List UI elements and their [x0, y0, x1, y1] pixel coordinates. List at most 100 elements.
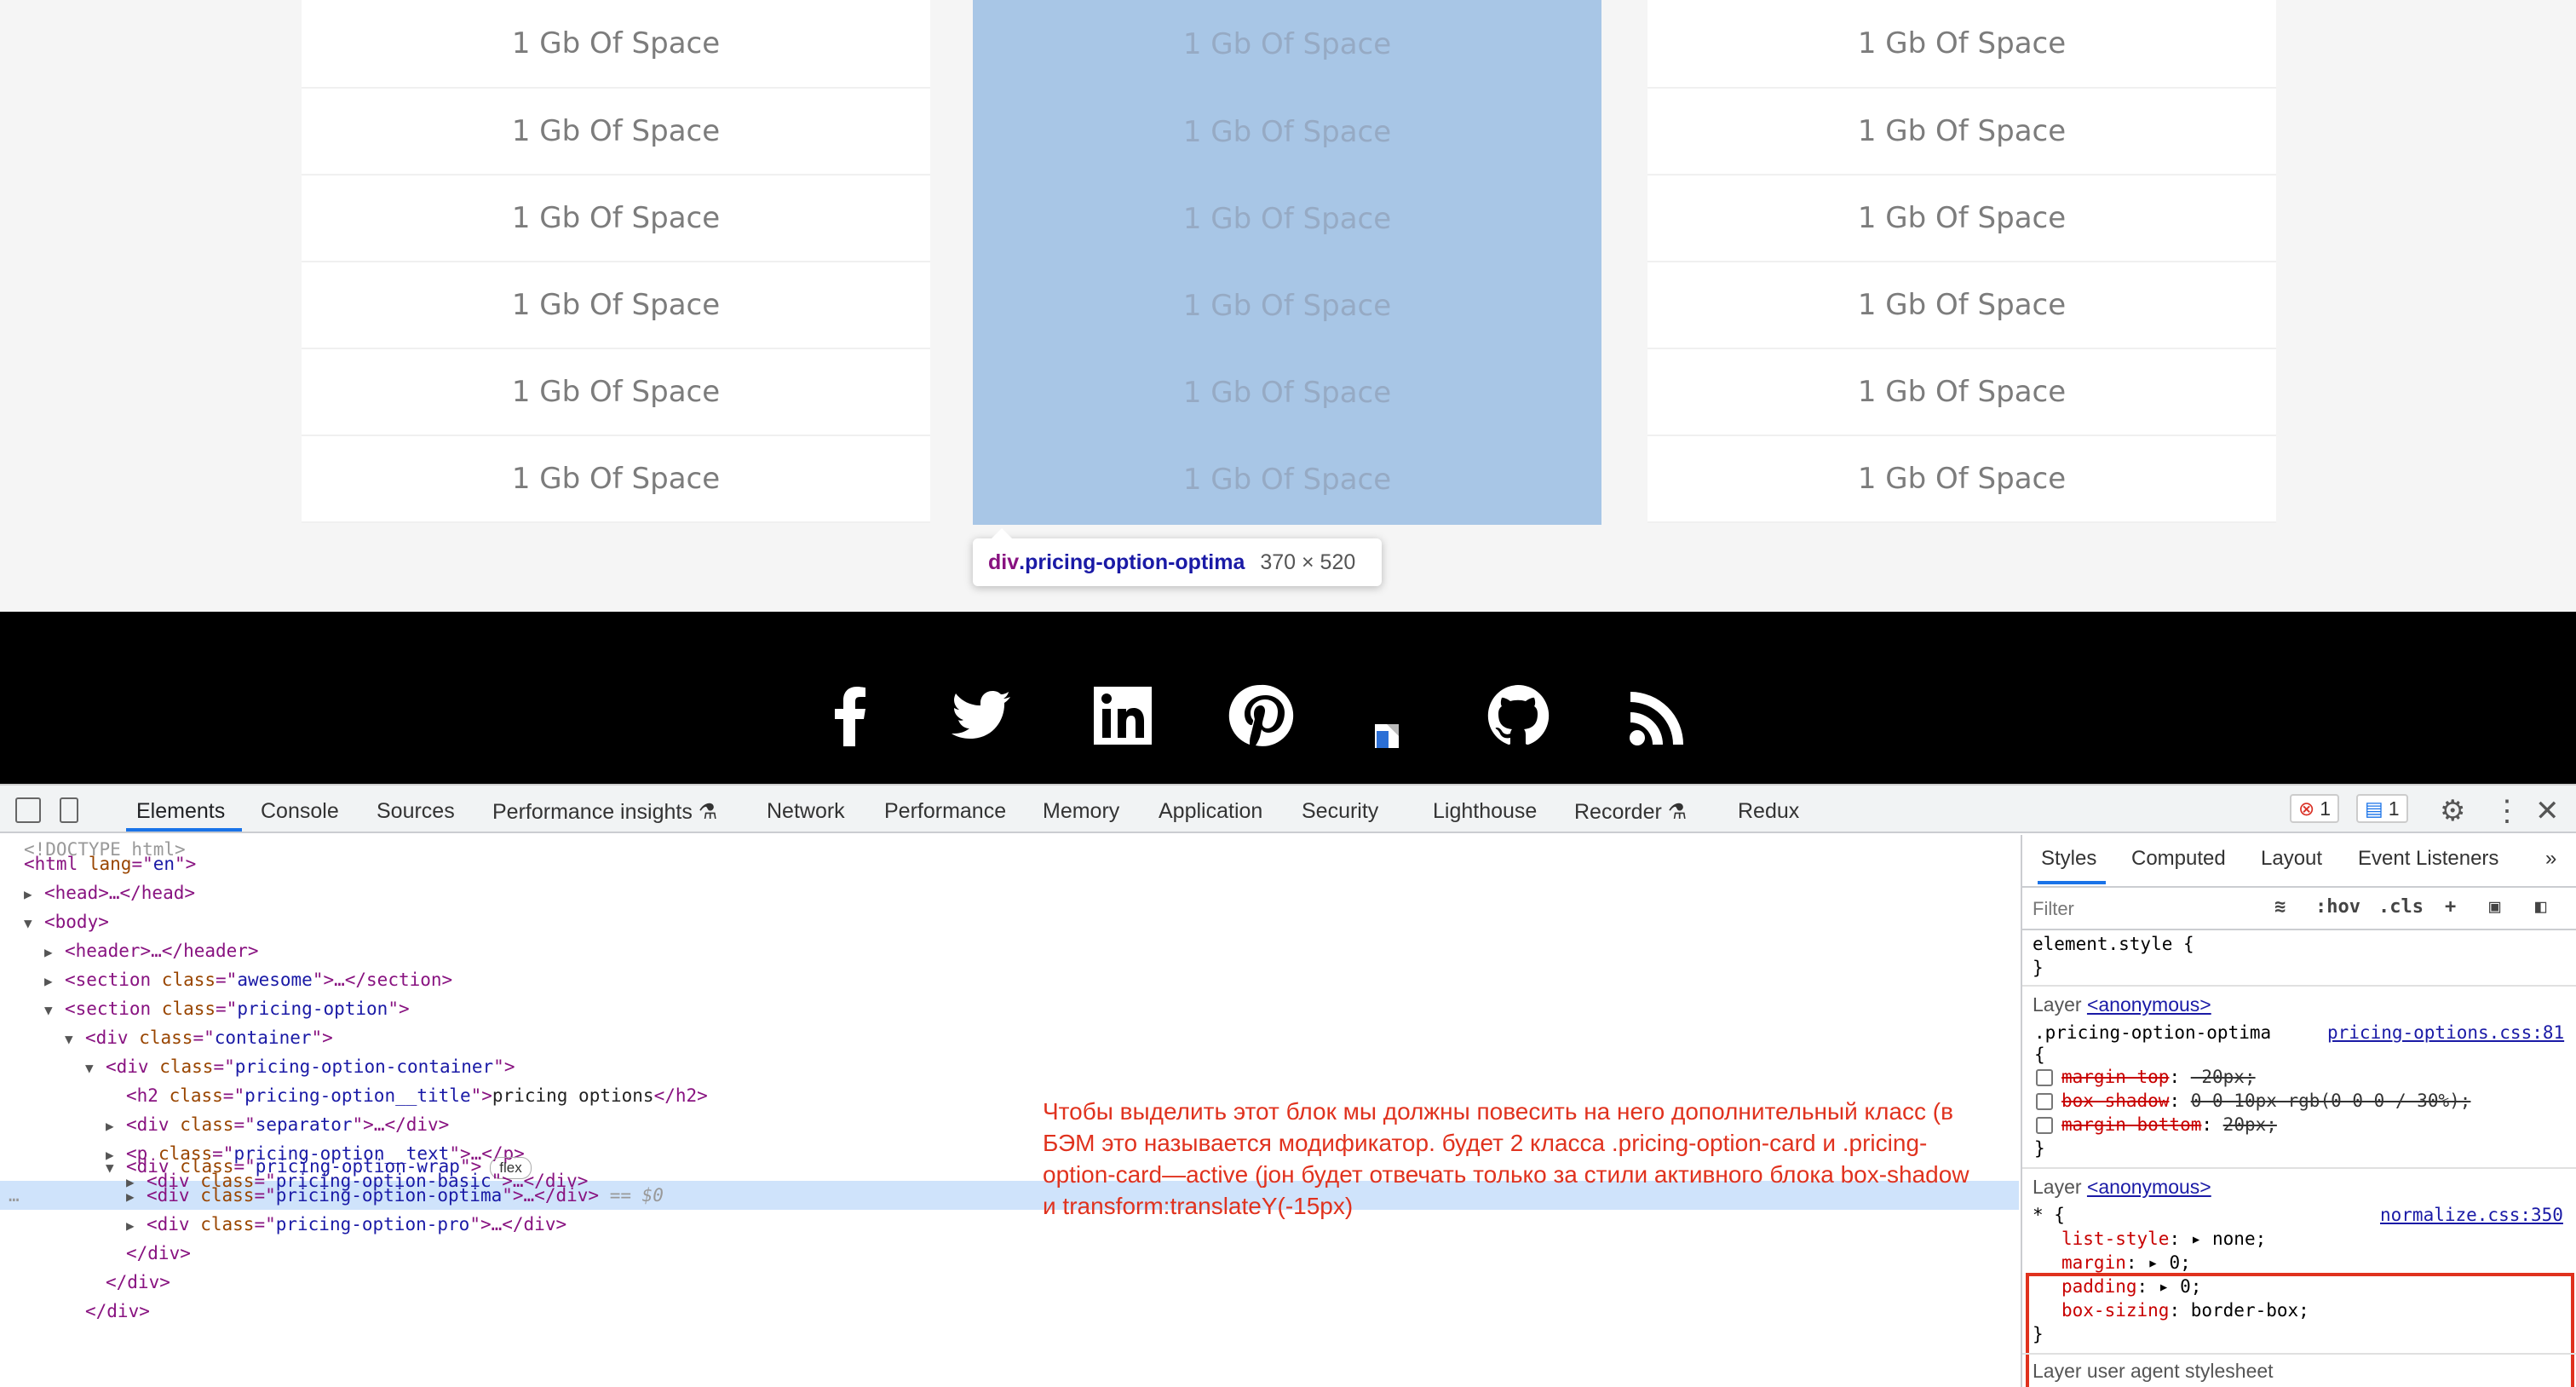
expand-arrow-icon[interactable]: ▶ [44, 967, 65, 996]
css-property-row[interactable]: padding: ▸ 0; [2061, 1276, 2201, 1297]
dom-html[interactable]: <html lang="en"> [24, 849, 196, 878]
rule-selector[interactable]: * { [2033, 1205, 2065, 1225]
dom-h2[interactable]: <h2 class="pricing-option__title">pricin… [126, 1081, 708, 1110]
property-name[interactable]: margin [2061, 1252, 2126, 1273]
tab-computed[interactable]: Computed [2131, 847, 2226, 871]
expand-arrow-icon[interactable]: ▶ [24, 880, 44, 909]
tab-layout[interactable]: Layout [2261, 847, 2322, 871]
property-value[interactable]: 0 0 10px rgb(0 0 0 / 30%); [2191, 1091, 2471, 1111]
css-property-row[interactable]: list-style: ▸ none; [2061, 1229, 2266, 1249]
dom-close-wrap[interactable]: </div> [126, 1239, 191, 1268]
hov-toggle[interactable]: :hov [2315, 896, 2360, 918]
errors-badge[interactable]: ⊗ 1 [2290, 794, 2340, 823]
dom-container[interactable]: ▼ <div class="container"> [65, 1023, 333, 1052]
messages-badge[interactable]: ▤ 1 [2356, 794, 2408, 823]
settings-gear-icon[interactable]: ⚙ [2440, 794, 2465, 828]
property-value[interactable]: 20px; [2223, 1114, 2277, 1135]
pricing-option-pro: 1 Gb Of Space 1 Gb Of Space 1 Gb Of Spac… [1647, 0, 2276, 523]
tab-console[interactable]: Console [261, 799, 339, 824]
tab-performance[interactable]: Performance [884, 799, 1006, 824]
device-toolbar-icon[interactable] [60, 797, 78, 823]
feature-row: 1 Gb Of Space [1647, 0, 2276, 89]
layer-link[interactable]: <anonymous> [2087, 1176, 2211, 1198]
rule-source-link[interactable]: pricing-options.css:81 [2327, 1022, 2564, 1043]
css-property-row[interactable]: box-shadow: 0 0 10px rgb(0 0 0 / 30%); [2036, 1091, 2470, 1111]
css-property-row[interactable]: margin: ▸ 0; [2061, 1252, 2191, 1273]
property-value[interactable]: border-box; [2191, 1300, 2309, 1321]
collapse-arrow-icon[interactable]: ▼ [85, 1054, 106, 1083]
rule-source-text: pricing-options.css:81 [2327, 1022, 2565, 1043]
collapse-arrow-icon[interactable]: ▼ [106, 1154, 126, 1183]
rss-icon[interactable] [1625, 682, 1693, 750]
pinterest-icon[interactable] [1227, 682, 1295, 750]
dom-section-pricing[interactable]: ▼ <section class="pricing-option"> [44, 994, 410, 1023]
dom-section-awesome[interactable]: ▶ <section class="awesome">…</section> [44, 965, 452, 994]
dom-close-container[interactable]: </div> [85, 1297, 150, 1326]
property-name[interactable]: list-style [2061, 1229, 2169, 1249]
tab-memory[interactable]: Memory [1043, 799, 1119, 824]
close-icon[interactable]: ✕ [2535, 794, 2560, 828]
element-style-open[interactable]: element.style { [2033, 934, 2194, 954]
twitter-icon[interactable] [947, 682, 1015, 750]
linkedin-icon[interactable] [1089, 682, 1157, 750]
property-checkbox[interactable] [2036, 1093, 2053, 1110]
expand-arrow-icon[interactable]: ▶ [126, 1183, 147, 1211]
dom-pro[interactable]: ▶ <div class="pricing-option-pro">…</div> [126, 1210, 566, 1239]
tab-elements[interactable]: Elements [136, 799, 225, 824]
facebook-icon[interactable] [818, 682, 886, 750]
expand-arrow-icon[interactable]: ▶ [126, 1211, 147, 1240]
dom-close-pricing-container[interactable]: </div> [106, 1268, 170, 1297]
dom-optima[interactable]: … ▶ <div class="pricing-option-optima">…</… [9, 1181, 664, 1210]
rule-source-link[interactable]: normalize.css:350 [2380, 1205, 2563, 1225]
dom-header[interactable]: ▶ <header>…</header> [44, 936, 259, 965]
divider [2022, 985, 2576, 987]
css-property-row[interactable]: margin-bottom: 20px; [2036, 1114, 2277, 1135]
property-value[interactable]: 0; [2180, 1276, 2201, 1297]
dom-body[interactable]: ▼ <body> [24, 907, 109, 936]
property-name[interactable]: box-sizing [2061, 1300, 2169, 1321]
tab-event-listeners[interactable]: Event Listeners [2358, 847, 2498, 871]
inspect-element-icon[interactable] [15, 797, 41, 823]
property-value[interactable]: -20px; [2191, 1067, 2256, 1087]
expand-arrow-icon[interactable]: ▶ [44, 938, 65, 967]
tab-network[interactable]: Network [767, 799, 845, 824]
collapse-arrow-icon[interactable]: ▼ [44, 996, 65, 1025]
tab-lighthouse[interactable]: Lighthouse [1433, 799, 1537, 824]
filter-input[interactable]: Filter [2033, 895, 2254, 924]
tab-sources[interactable]: Sources [377, 799, 455, 824]
tab-redux[interactable]: Redux [1738, 799, 1799, 824]
css-property-row[interactable]: box-sizing: border-box; [2061, 1300, 2309, 1321]
property-name[interactable]: box-shadow [2061, 1091, 2169, 1111]
property-name[interactable]: margin-top [2061, 1067, 2169, 1087]
property-name[interactable]: margin-bottom [2061, 1114, 2201, 1135]
cls-toggle[interactable]: .cls [2378, 896, 2424, 918]
tab-styles[interactable]: Styles [2041, 847, 2096, 871]
property-value[interactable]: none; [2212, 1229, 2266, 1249]
add-rule-icon[interactable]: + [2445, 896, 2456, 918]
layer-link[interactable]: <anonymous> [2087, 993, 2211, 1016]
collapse-arrow-icon[interactable]: ▼ [24, 909, 44, 938]
more-options-icon[interactable]: ⋮ [2493, 794, 2521, 828]
dom-head[interactable]: ▶ <head>…</head> [24, 878, 195, 907]
css-property-row[interactable]: margin-top: -20px; [2036, 1067, 2256, 1087]
tab-performance-insights[interactable]: Performance insights ⚗ [492, 799, 717, 825]
tab-recorder[interactable]: Recorder ⚗ [1574, 799, 1687, 825]
tab-security[interactable]: Security [1302, 799, 1378, 824]
dom-separator[interactable]: ▶ <div class="separator">…</div> [106, 1110, 449, 1139]
pricing-option-optima[interactable]: 1 Gb Of Space 1 Gb Of Space 1 Gb Of Spac… [973, 0, 1601, 525]
color-palette-icon[interactable]: ▣ [2489, 896, 2500, 918]
property-checkbox[interactable] [2036, 1069, 2053, 1086]
more-tabs-chevron-icon[interactable]: » [2545, 847, 2556, 871]
property-value[interactable]: 0; [2169, 1252, 2190, 1273]
github-icon[interactable] [1484, 682, 1552, 750]
rule-selector[interactable]: .pricing-option-optima [2034, 1022, 2271, 1043]
dom-pricing-container[interactable]: ▼ <div class="pricing-option-container"> [85, 1052, 515, 1081]
expand-arrow-icon[interactable]: ▶ [106, 1112, 126, 1141]
toggle-layers-icon[interactable]: ≋ [2274, 896, 2286, 918]
property-checkbox[interactable] [2036, 1117, 2053, 1134]
tab-application[interactable]: Application [1159, 799, 1262, 824]
sidebar-toggle-icon[interactable]: ◧ [2535, 896, 2546, 918]
collapse-arrow-icon[interactable]: ▼ [65, 1025, 85, 1054]
property-name[interactable]: padding [2061, 1276, 2137, 1297]
ellipsis-icon[interactable]: … [9, 1181, 126, 1210]
